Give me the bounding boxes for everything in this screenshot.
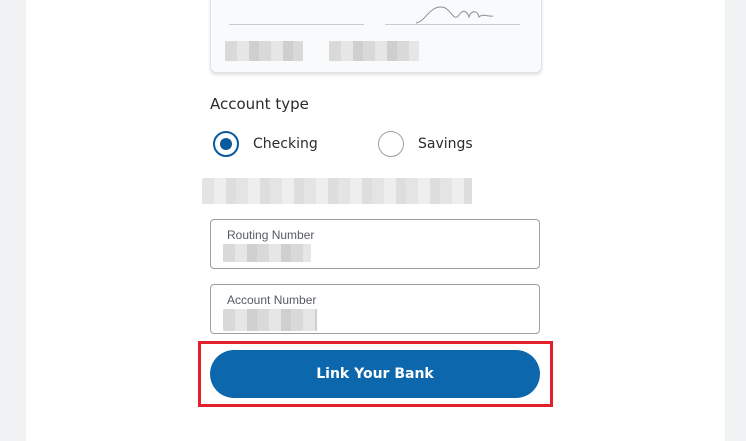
sample-check-illustration bbox=[210, 0, 542, 73]
routing-number-label: Routing Number bbox=[227, 228, 315, 242]
account-number-label: Account Number bbox=[227, 293, 317, 307]
checking-radio-button[interactable] bbox=[213, 131, 239, 157]
account-number-field[interactable]: Account Number bbox=[210, 284, 540, 334]
check-line-left bbox=[229, 24, 364, 25]
redacted-routing-number bbox=[223, 244, 311, 262]
savings-label: Savings bbox=[418, 136, 473, 152]
routing-number-field[interactable]: Routing Number bbox=[210, 219, 540, 269]
radio-option-savings[interactable]: Savings bbox=[378, 128, 473, 160]
signature-icon bbox=[415, 6, 494, 24]
checking-label: Checking bbox=[253, 136, 318, 152]
redacted-check-number bbox=[225, 41, 303, 61]
savings-radio-button[interactable] bbox=[378, 131, 404, 157]
account-type-heading: Account type bbox=[210, 95, 309, 113]
radio-option-checking[interactable]: Checking bbox=[213, 128, 318, 160]
redacted-notice-text bbox=[202, 178, 472, 204]
redacted-check-account bbox=[329, 41, 419, 61]
highlight-box bbox=[198, 341, 553, 407]
redacted-account-number bbox=[223, 309, 317, 331]
